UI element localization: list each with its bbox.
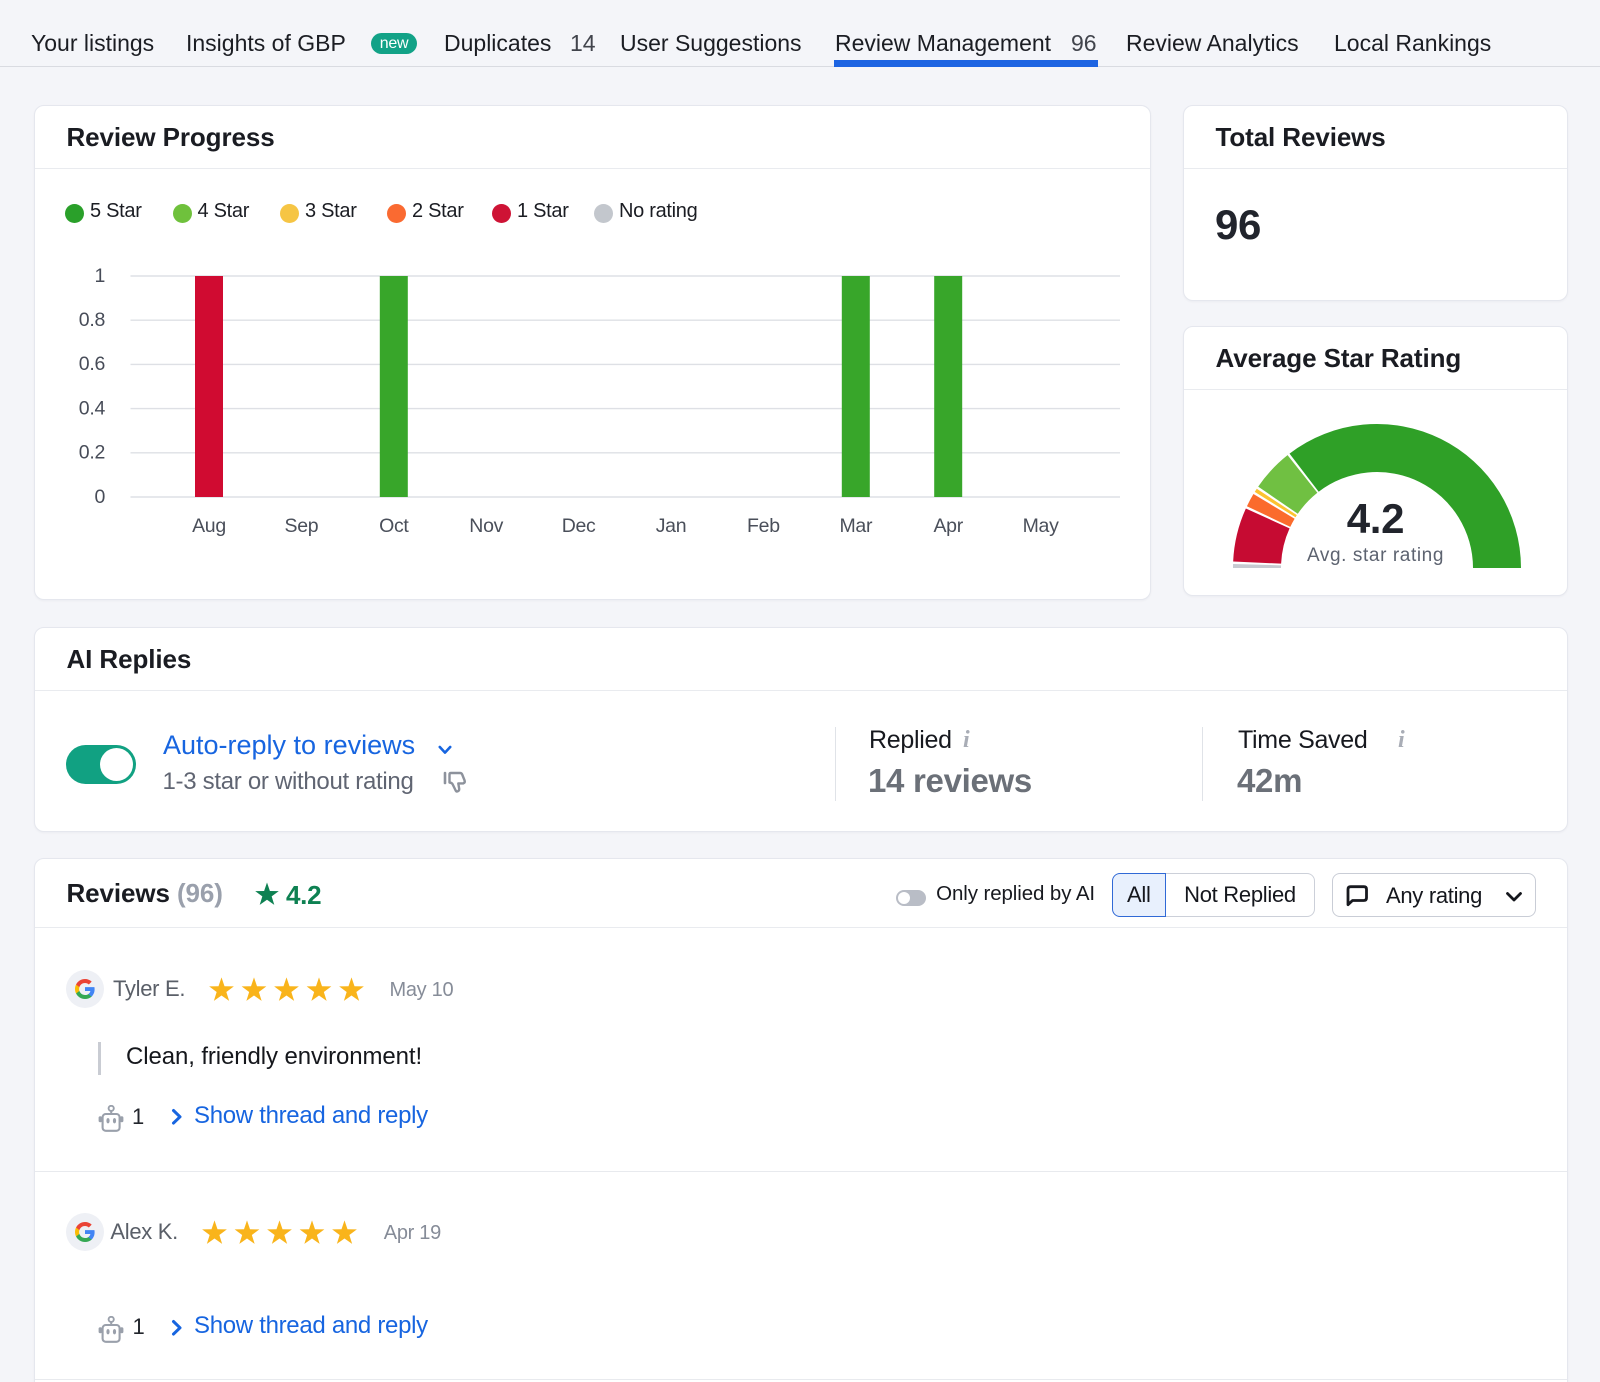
svg-text:Nov: Nov [469, 515, 503, 537]
svg-text:0: 0 [94, 486, 105, 508]
svg-text:Dec: Dec [562, 515, 596, 537]
svg-text:Feb: Feb [747, 515, 780, 537]
svg-text:0.4: 0.4 [79, 397, 106, 419]
svg-text:1: 1 [94, 265, 105, 287]
svg-text:Oct: Oct [379, 515, 409, 537]
svg-text:0.2: 0.2 [79, 442, 105, 464]
svg-text:Jan: Jan [656, 515, 687, 537]
svg-text:May: May [1023, 515, 1059, 537]
svg-text:0.8: 0.8 [79, 309, 105, 331]
svg-text:Aug: Aug [192, 515, 226, 537]
svg-text:Sep: Sep [285, 515, 319, 537]
svg-text:Mar: Mar [839, 515, 872, 537]
svg-text:Apr: Apr [933, 515, 963, 537]
svg-text:0.6: 0.6 [79, 353, 105, 375]
